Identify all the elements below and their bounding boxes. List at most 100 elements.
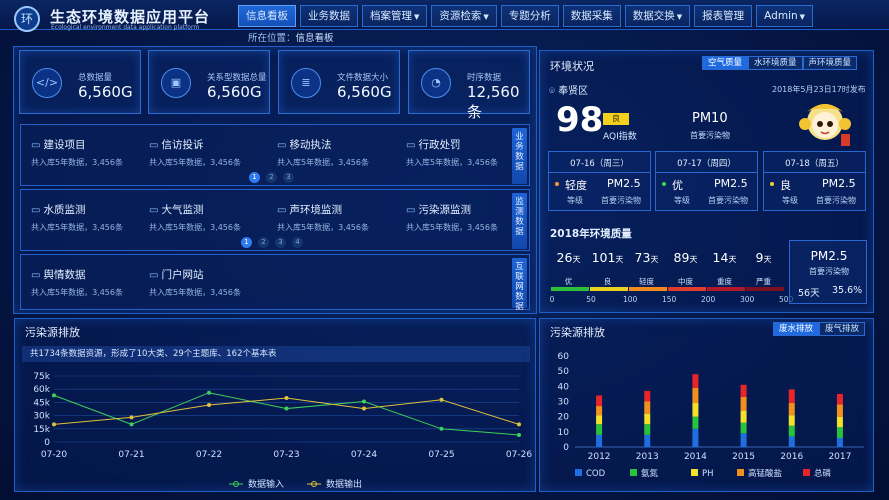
x-tick-label: 07-25 (428, 450, 454, 460)
year-days: 56天 (798, 288, 820, 299)
nav-item[interactable]: 报表管理 (694, 5, 753, 27)
forecast-card: 07-17（周四） 优等级 PM2.5 首要污染物 (655, 151, 758, 211)
year-level-label: 优 (564, 277, 573, 286)
page-dot[interactable]: 2 (258, 237, 269, 248)
data-item[interactable]: ▭ 移动执法 共入库5年数据，3,456条 (277, 137, 402, 168)
env-title: 环境状况 (550, 60, 594, 73)
x-tick-label: 2017 (828, 452, 851, 462)
nav-item-label: 报表管理 (702, 10, 745, 22)
location: ⌾ 奉贤区 (549, 82, 588, 97)
bar-segment (788, 436, 795, 447)
year-level-number: 73 (634, 250, 651, 265)
env-tab[interactable]: 水环境质量 (748, 56, 803, 70)
page-dot[interactable]: 2 (266, 172, 277, 183)
nav-item[interactable]: 信息看板 (238, 5, 296, 27)
data-item[interactable]: ▭ 大气监测 共入库5年数据，3,456条 (149, 202, 274, 233)
y-tick-label: 0 (44, 438, 50, 448)
nav-item[interactable]: 专题分析 (500, 5, 559, 27)
nav-item[interactable]: 档案管理 ▼ (362, 5, 428, 27)
year-level-label: 良 (603, 277, 612, 286)
legend-swatch (575, 469, 582, 476)
data-item-count: 共入库5年数据，3,456条 (31, 223, 123, 232)
year-level-unit: 天 (572, 255, 581, 264)
data-item-icon: ▭ (31, 140, 41, 151)
nav-item[interactable]: 业务数据 (300, 5, 358, 27)
year-level-unit: 天 (689, 255, 698, 264)
data-item[interactable]: ▭ 水质监测 共入库5年数据，3,456条 (31, 202, 156, 233)
year-summary: PM2.5 首要污染物 56天 35.6% (789, 240, 867, 304)
line-point (52, 393, 56, 398)
data-item[interactable]: ▭ 信访投诉 共入库5年数据，3,456条 (149, 137, 274, 168)
line-point (517, 422, 521, 427)
legend-label: 数据输出 (326, 478, 362, 490)
scale-tick: 300 (740, 295, 755, 304)
forecast-pollutant: PM2.5 (714, 177, 748, 190)
forecast-pollutant: PM2.5 (607, 177, 641, 190)
bar-segment (692, 416, 699, 429)
nav-item[interactable]: 资源检索 ▼ (431, 5, 497, 27)
data-item-icon: ▭ (277, 205, 287, 216)
env-tab[interactable]: 声环境质量 (802, 56, 858, 70)
data-item-count: 共入库5年数据，3,456条 (31, 288, 123, 297)
data-item-name: ▭ 信访投诉 (149, 137, 274, 152)
line-point (517, 432, 521, 437)
x-tick-label: 2014 (684, 452, 707, 462)
level-dot-icon (662, 182, 666, 186)
data-item[interactable]: ▭ 建设项目 共入库5年数据，3,456条 (31, 137, 156, 168)
bar-tab[interactable]: 废气排放 (819, 322, 866, 336)
aqi-label: AQI指数 (603, 132, 637, 142)
stat-card: ◔ 时序数据 12,560条 (408, 50, 530, 121)
stat-card: </> 总数据量 6,560G (19, 50, 141, 114)
year-level-bar (746, 287, 784, 291)
chevron-down-icon: ▼ (483, 13, 489, 21)
line-point (362, 399, 366, 404)
bar-segment (788, 425, 795, 437)
data-item[interactable]: ▭ 门户网站 共入库5年数据，3,456条 (149, 267, 274, 298)
forecast-card: 07-16（周三） 轻度 等级 PM2.5 首要污染物 (548, 151, 651, 211)
data-item-name: ▭ 门户网站 (149, 267, 274, 282)
nav-item[interactable]: 数据采集 (562, 5, 621, 27)
data-item[interactable]: ▭ 行政处罚 共入库5年数据，3,456条 (406, 137, 531, 168)
data-item-label: 信访投诉 (161, 139, 204, 151)
year-level-label: 轻度 (639, 277, 654, 286)
data-item-label: 大气监测 (161, 204, 204, 216)
nav-item-label: 资源检索 (439, 10, 482, 22)
bar-segment (836, 404, 843, 417)
page-dot[interactable]: 3 (275, 237, 286, 248)
nav-item[interactable]: 数据交换 ▼ (624, 5, 691, 27)
year-level-bar (551, 287, 589, 291)
page-dot[interactable]: 4 (292, 237, 303, 248)
data-item-count: 共入库5年数据，3,456条 (277, 223, 369, 232)
stat-value: 6,560G (78, 83, 133, 101)
nav-item[interactable]: Admin ▼ (756, 5, 814, 27)
data-item[interactable]: ▭ 声环境监测 共入库5年数据，3,456条 (277, 202, 402, 233)
forecast-level: 优 (672, 179, 683, 192)
year-level-days: 14天 (706, 250, 743, 265)
data-item-count: 共入库5年数据，3,456条 (149, 223, 241, 232)
data-item[interactable]: ▭ 舆情数据 共入库5年数据，3,456条 (31, 267, 156, 298)
x-tick-label: 2013 (636, 452, 659, 462)
y-tick-label: 60 (558, 352, 570, 362)
legend-label: COD (586, 469, 606, 479)
stat-value: 6,560G (337, 83, 392, 101)
line-point (284, 396, 289, 400)
page-dot[interactable]: 1 (249, 172, 260, 183)
forecast-date: 07-17（周四） (656, 157, 757, 173)
level-dot-icon (555, 182, 559, 186)
nav-item-label: 数据采集 (570, 10, 613, 22)
line-panel-summary: 共1734条数据资源，形成了10大类、29个主题库、162个基本表 (22, 346, 530, 362)
page-dot[interactable]: 1 (241, 237, 252, 248)
nav-item-label: 专题分析 (508, 10, 551, 22)
env-tab[interactable]: 空气质量 (702, 56, 749, 70)
year-level-number: 14 (712, 250, 729, 265)
publish-date: 2018年5月23日17时发布 (772, 85, 866, 94)
stat-icon: ▣ (161, 68, 191, 98)
data-item[interactable]: ▭ 污染源监测 共入库5年数据，3,456条 (406, 202, 531, 233)
group-side-tab[interactable]: 互联网数据 (512, 258, 527, 312)
legend-label: 数据输入 (248, 478, 284, 490)
nav-item-label: 档案管理 (370, 10, 412, 22)
page-dot[interactable]: 3 (283, 172, 294, 183)
breadcrumb-current[interactable]: 信息看板 (296, 33, 334, 44)
year-level-bar (590, 287, 628, 291)
bar-tab[interactable]: 废水排放 (773, 322, 820, 336)
